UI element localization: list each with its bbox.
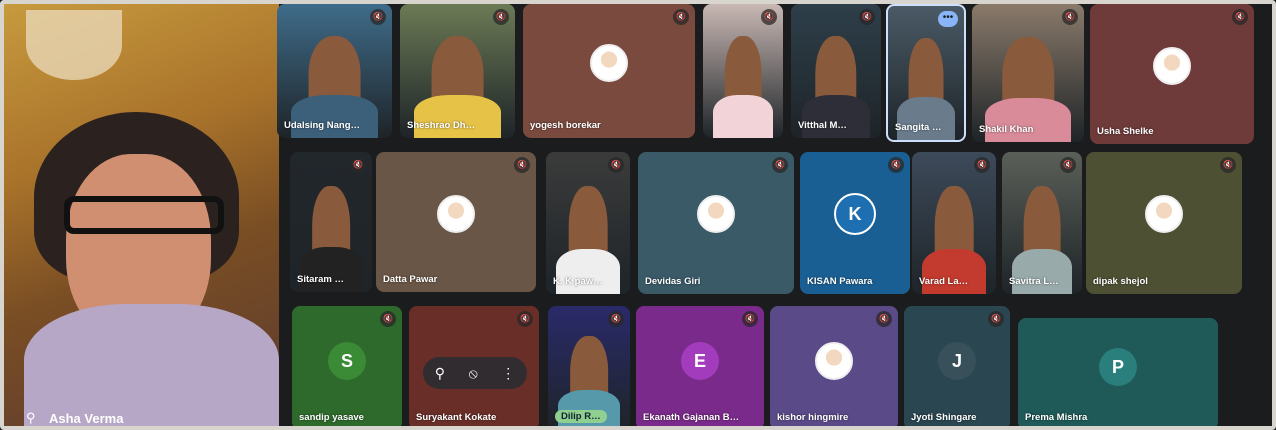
- participant-tile-kishor[interactable]: 🔇 kishor hingmire: [770, 306, 898, 430]
- avatar-photo: [1145, 195, 1183, 234]
- participant-tile-ekanath[interactable]: E 🔇 Ekanath Gajanan B…: [636, 306, 764, 430]
- self-view-tile[interactable]: ⚲ Asha Verma: [4, 4, 279, 430]
- participant-shirt: [1011, 248, 1073, 294]
- background-lamp: [26, 10, 122, 80]
- participant-name: Udalsing Nang…: [284, 120, 361, 131]
- participant-name: KISAN Pawara: [807, 276, 873, 287]
- mic-muted-icon: 🔇: [517, 311, 533, 327]
- mic-muted-icon: 🔇: [608, 311, 624, 327]
- mic-muted-icon: 🔇: [1060, 157, 1076, 173]
- avatar: S: [328, 341, 366, 380]
- avatar: K: [834, 193, 876, 236]
- avatar: E: [681, 341, 719, 380]
- pin-icon[interactable]: ⚲: [26, 410, 36, 426]
- participant-name: Sangita …: [895, 122, 942, 133]
- participant-tile-sheshrao[interactable]: 🔇 Sheshrao Dh…: [400, 4, 515, 138]
- participant-tile-kisan[interactable]: K 🔇 KISAN Pawara: [800, 152, 910, 294]
- participant-tile-vitthal[interactable]: 🔇 Vitthal M…: [791, 4, 881, 138]
- participant-name: Jyoti Shingare: [911, 412, 977, 423]
- participant-tile-devidas[interactable]: 🔇 Devidas Giri: [638, 152, 794, 294]
- mic-muted-icon: 🔇: [859, 9, 875, 25]
- participant-name: K. K paw…: [553, 276, 603, 287]
- participant-tile-prema[interactable]: P Prema Mishra: [1018, 318, 1218, 430]
- self-glasses: [64, 196, 224, 234]
- participant-shirt: [922, 248, 986, 294]
- mic-muted-icon: 🔇: [888, 157, 904, 173]
- mic-muted-icon: 🔇: [1062, 9, 1078, 25]
- avatar-photo: [1153, 46, 1191, 85]
- mic-muted-icon: 🔇: [974, 157, 990, 173]
- participant-name: Dilip R…: [555, 410, 607, 423]
- mic-muted-icon: 🔇: [380, 311, 396, 327]
- avatar-photo: [437, 194, 475, 233]
- mic-muted-icon: 🔇: [742, 311, 758, 327]
- participant-tile-udalsing[interactable]: 🔇 Udalsing Nang…: [277, 4, 392, 138]
- mic-muted-icon: 🔇: [514, 157, 530, 173]
- participant-tile-sangita[interactable]: ••• Sangita …: [886, 4, 966, 142]
- pin-icon[interactable]: ⚲: [435, 365, 445, 382]
- mic-muted-icon: 🔇: [1220, 157, 1236, 173]
- participant-name: Sitaram …: [297, 274, 344, 285]
- participant-shirt: [712, 95, 774, 138]
- mic-muted-icon: 🔇: [370, 9, 386, 25]
- participant-tile-usha[interactable]: 🔇 Usha Shelke: [1090, 4, 1254, 144]
- participant-name: sandip yasave: [299, 412, 364, 423]
- remove-pin-icon[interactable]: ⦸: [469, 365, 478, 382]
- more-options-icon[interactable]: •••: [938, 11, 958, 27]
- participant-name: Usha Shelke: [1097, 126, 1154, 137]
- participant-tile-yogesh[interactable]: 🔇 yogesh borekar: [523, 4, 695, 138]
- mic-muted-icon: 🔇: [350, 157, 366, 173]
- mic-muted-icon: 🔇: [493, 9, 509, 25]
- participant-name: Vitthal M…: [798, 120, 847, 131]
- avatar-photo: [590, 43, 628, 82]
- participant-name: yogesh borekar: [530, 120, 601, 131]
- participant-name: dipak shejol: [1093, 276, 1148, 287]
- participant-tile-dilip[interactable]: 🔇 Dilip R…: [548, 306, 630, 430]
- mic-muted-icon: 🔇: [1232, 9, 1248, 25]
- participant-shirt: [801, 95, 871, 138]
- participant-shirt: [413, 95, 502, 138]
- participant-tile-p4[interactable]: 🔇: [703, 4, 783, 138]
- participant-shirt: [985, 97, 1071, 142]
- participant-tile-sitaram[interactable]: 🔇 Sitaram …: [290, 152, 372, 292]
- participant-name: Prema Mishra: [1025, 412, 1088, 423]
- mic-muted-icon: 🔇: [772, 157, 788, 173]
- mic-muted-icon: 🔇: [608, 157, 624, 173]
- participant-name: kishor hingmire: [777, 412, 849, 423]
- avatar-photo: [697, 195, 735, 234]
- participant-tile-shakil[interactable]: 🔇 Shakil Khan: [972, 4, 1084, 142]
- participant-tile-kirti[interactable]: 🔇 K. K paw…: [546, 152, 630, 294]
- participant-tile-datta[interactable]: 🔇 Datta Pawar: [376, 152, 536, 292]
- self-view-name: Asha Verma: [49, 411, 124, 426]
- participant-shirt: [556, 248, 620, 294]
- participant-name: Datta Pawar: [383, 274, 438, 285]
- participant-name: Savitra L…: [1009, 276, 1059, 287]
- mic-muted-icon: 🔇: [988, 311, 1004, 327]
- participant-tile-dipak[interactable]: 🔇 dipak shejol: [1086, 152, 1242, 294]
- mic-muted-icon: 🔇: [876, 311, 892, 327]
- participant-shirt: [290, 95, 379, 138]
- participant-shirt: [299, 247, 363, 292]
- participant-name: Sheshrao Dh…: [407, 120, 476, 131]
- avatar-photo: [815, 341, 853, 380]
- more-options-icon[interactable]: ⋮: [501, 365, 515, 382]
- participant-name: Shakil Khan: [979, 124, 1034, 135]
- tile-controls: ⚲ ⦸ ⋮: [423, 357, 527, 389]
- participant-name: Suryakant Kokate: [416, 412, 497, 423]
- avatar: P: [1099, 348, 1137, 387]
- participant-tile-varad[interactable]: 🔇 Varad La…: [912, 152, 996, 294]
- mic-muted-icon: 🔇: [761, 9, 777, 25]
- participant-name: Devidas Giri: [645, 276, 701, 287]
- participant-shirt: [897, 97, 955, 140]
- avatar: J: [938, 341, 976, 380]
- participant-tile-sandip[interactable]: S 🔇 sandip yasave: [292, 306, 402, 430]
- participant-name: Varad La…: [919, 276, 969, 287]
- participant-name: Ekanath Gajanan B…: [643, 412, 740, 423]
- participant-tile-savitra[interactable]: 🔇 Savitra L…: [1002, 152, 1082, 294]
- participant-tile-jyoti[interactable]: J 🔇 Jyoti Shingare: [904, 306, 1010, 430]
- mic-muted-icon: 🔇: [673, 9, 689, 25]
